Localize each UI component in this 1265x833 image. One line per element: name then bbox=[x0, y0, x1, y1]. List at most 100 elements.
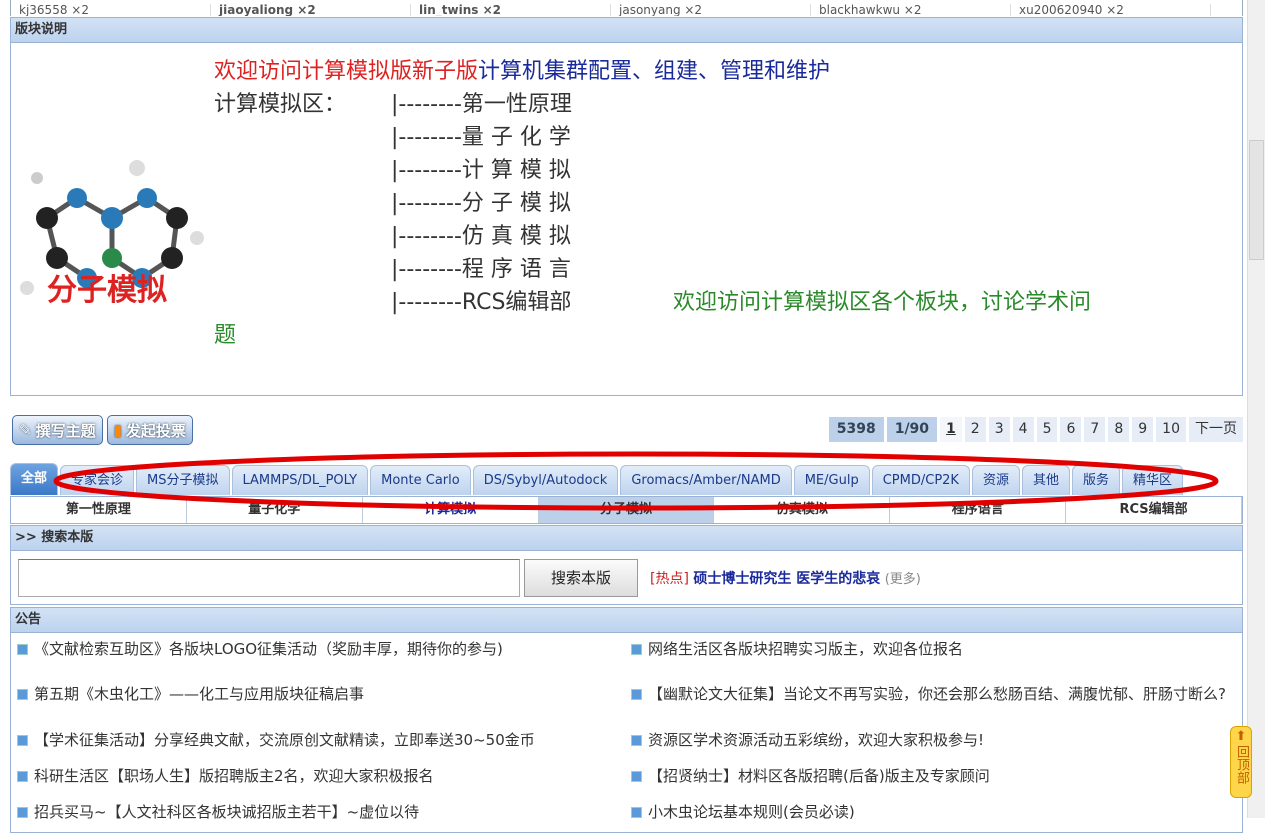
pencil-icon: ✎ bbox=[19, 421, 32, 439]
area-item: |--------量 子 化 学 bbox=[391, 125, 571, 150]
announcement-item[interactable]: 第五期《木虫化工》——化工与应用版块征稿启事 bbox=[17, 669, 631, 721]
announcement-item[interactable]: 《文献检索互助区》各版块LOGO征集活动（奖励丰厚，期待你的参与) bbox=[17, 633, 631, 665]
welcome-tail: 题 bbox=[214, 323, 237, 348]
back-to-top-label: 回顶部 bbox=[1234, 745, 1249, 784]
new-poll-label: 发起投票 bbox=[125, 421, 186, 440]
description-text: 欢迎访问计算模拟版新子版计算机集群配置、组建、管理和维护 计算模拟区： |----… bbox=[214, 55, 1234, 352]
announcement-text: 第五期《木虫化工》——化工与应用版块征稿启事 bbox=[34, 685, 365, 704]
page-indicator: 1/90 bbox=[886, 417, 938, 442]
section-header: 版块说明 bbox=[10, 17, 1243, 43]
category-tabs: 全部 专家会诊 MS分子模拟 LAMMPS/DL_POLY Monte Carlo DS/… bbox=[10, 463, 1184, 495]
poll-icon: ▮ bbox=[113, 421, 122, 439]
hot-link[interactable]: 硕士博士研究生 医学生的悲哀 bbox=[693, 571, 880, 587]
announcement-item[interactable]: 【幽默论文大征集】当论文不再写实验，你还会那么愁肠百结、满腹忧郁、肝肠寸断么? bbox=[631, 669, 1231, 721]
bullet-icon bbox=[631, 689, 642, 701]
tab-item[interactable]: Gromacs/Amber/NAMD bbox=[620, 465, 792, 495]
tab-item[interactable]: MS分子模拟 bbox=[136, 465, 230, 495]
more-link[interactable]: (更多) bbox=[885, 572, 921, 587]
bullet-icon bbox=[17, 643, 28, 655]
page-link[interactable]: 9 bbox=[1132, 417, 1154, 442]
user-link[interactable]: kj36558 ×2 bbox=[11, 4, 211, 16]
bullet-icon bbox=[17, 689, 28, 701]
subboard-link[interactable]: RCS编辑部 bbox=[1066, 497, 1243, 523]
tab-item[interactable]: CPMD/CP2K bbox=[871, 465, 970, 495]
user-link[interactable]: jiaoyaliong ×2 bbox=[211, 4, 411, 16]
page: kj36558 ×2 jiaoyaliong ×2 lin_twins ×2 j… bbox=[10, 0, 1243, 396]
bullet-icon bbox=[631, 770, 642, 782]
page-link[interactable]: 3 bbox=[988, 417, 1010, 442]
announcements-section: 公告 《文献检索互助区》各版块LOGO征集活动（奖励丰厚，期待你的参与) 网络生活… bbox=[10, 607, 1243, 833]
tab-item[interactable]: 版务 bbox=[1072, 465, 1121, 495]
announcement-text: 资源区学术资源活动五彩缤纷，欢迎大家积极参与! bbox=[648, 731, 985, 750]
new-topic-button[interactable]: ✎ 撰写主题 bbox=[12, 415, 103, 445]
tab-item[interactable]: DS/Sybyl/Autodock bbox=[472, 465, 619, 495]
bullet-icon bbox=[17, 770, 28, 782]
page-current[interactable]: 1 bbox=[940, 417, 962, 442]
search-button[interactable]: 搜索本版 bbox=[524, 558, 638, 597]
announcement-text: 招兵买马~【人文社科区各板块诚招版主若干】~虚位以待 bbox=[34, 802, 420, 821]
subboard-link[interactable]: 程序语言 bbox=[890, 497, 1067, 523]
announcement-text: 【幽默论文大征集】当论文不再写实验，你还会那么愁肠百结、满腹忧郁、肝肠寸断么? bbox=[648, 685, 1226, 704]
announcement-text: 科研生活区【职场人生】版招聘版主2名，欢迎大家积极报名 bbox=[34, 766, 434, 785]
page-link[interactable]: 8 bbox=[1108, 417, 1130, 442]
tab-item[interactable]: 其他 bbox=[1021, 465, 1070, 495]
announcement-item[interactable]: 网络生活区各版块招聘实习版主，欢迎各位报名 bbox=[631, 633, 1231, 665]
announcement-text: 小木虫论坛基本规则(会员必读) bbox=[648, 802, 855, 821]
pagination: 5398 1/90 1 2 3 4 5 6 7 8 9 10 下一页 bbox=[828, 417, 1243, 442]
user-link[interactable]: blackhawkwu ×2 bbox=[811, 4, 1011, 16]
back-to-top-button[interactable]: ⬆ 回顶部 bbox=[1230, 726, 1252, 798]
announcement-item[interactable]: 【招贤纳士】材料区各版招聘(后备)版主及专家顾问 bbox=[631, 760, 1231, 792]
area-item: |--------分 子 模 拟 bbox=[391, 191, 571, 216]
bullet-icon bbox=[631, 643, 642, 655]
welcome-navy: 计算机集群配置、组建、管理和维护 bbox=[478, 59, 831, 84]
user-link[interactable]: jasonyang ×2 bbox=[611, 4, 811, 16]
tab-item[interactable]: 资源 bbox=[971, 465, 1020, 495]
hot-tag: [热点] bbox=[650, 570, 689, 587]
molecule-logo: 分子模拟 bbox=[20, 160, 204, 303]
welcome-red: 欢迎访问计算模拟版新子版 bbox=[214, 59, 479, 84]
page-link[interactable]: 2 bbox=[964, 417, 986, 442]
user-link[interactable]: lin_twins ×2 bbox=[411, 4, 611, 16]
bullet-icon bbox=[631, 735, 642, 747]
scrollbar-thumb[interactable] bbox=[1249, 140, 1264, 260]
subboard-link[interactable]: 量子化学 bbox=[187, 497, 363, 523]
user-link[interactable]: xu200620940 ×2 bbox=[1011, 4, 1211, 16]
new-poll-button[interactable]: ▮ 发起投票 bbox=[106, 415, 193, 445]
logo-text: 分子模拟 bbox=[47, 273, 167, 303]
announcement-text: 【学术征集活动】分享经典文献，交流原创文献精读，立即奉送30~50金币 bbox=[34, 731, 535, 750]
tab-item[interactable]: Monte Carlo bbox=[370, 465, 471, 495]
subboard-link[interactable]: 仿真模拟 bbox=[714, 497, 891, 523]
subboard-link[interactable]: 第一性原理 bbox=[11, 497, 187, 523]
tab-item[interactable]: ME/Gulp bbox=[793, 465, 870, 495]
area-item: |--------仿 真 模 拟 bbox=[391, 224, 571, 249]
tab-item[interactable]: 精华区 bbox=[1122, 465, 1184, 495]
next-page[interactable]: 下一页 bbox=[1189, 417, 1243, 442]
vertical-scrollbar[interactable] bbox=[1247, 0, 1265, 818]
announcement-item[interactable]: 小木虫论坛基本规则(会员必读) bbox=[631, 796, 1231, 828]
subboard-nav: 第一性原理 量子化学 计算模拟 分子模拟 仿真模拟 程序语言 RCS编辑部 bbox=[10, 496, 1243, 524]
welcome-green: 欢迎访问计算模拟区各个板块，讨论学术问 bbox=[673, 290, 1092, 315]
announcement-item[interactable]: 资源区学术资源活动五彩缤纷，欢迎大家积极参与! bbox=[631, 725, 1231, 757]
search-section: >> 搜索本版 搜索本版 [热点] 硕士博士研究生 医学生的悲哀 (更多) bbox=[10, 525, 1243, 605]
page-link[interactable]: 10 bbox=[1156, 417, 1186, 442]
page-link[interactable]: 4 bbox=[1012, 417, 1034, 442]
bullet-icon bbox=[17, 735, 28, 747]
search-input[interactable] bbox=[18, 558, 520, 597]
announcements-header: 公告 bbox=[10, 607, 1243, 633]
announcement-text: 《文献检索互助区》各版块LOGO征集活动（奖励丰厚，期待你的参与) bbox=[34, 639, 503, 658]
new-topic-label: 撰写主题 bbox=[35, 421, 96, 440]
page-link[interactable]: 7 bbox=[1084, 417, 1106, 442]
announcement-item[interactable]: 【学术征集活动】分享经典文献，交流原创文献精读，立即奉送30~50金币 bbox=[17, 725, 631, 757]
action-buttons: ✎ 撰写主题 ▮ 发起投票 bbox=[12, 415, 193, 445]
announcement-item[interactable]: 招兵买马~【人文社科区各板块诚招版主若干】~虚位以待 bbox=[17, 796, 631, 828]
subboard-link[interactable]: 计算模拟 bbox=[363, 497, 539, 523]
announcement-item[interactable]: 科研生活区【职场人生】版招聘版主2名，欢迎大家积极报名 bbox=[17, 760, 631, 792]
page-link[interactable]: 5 bbox=[1036, 417, 1058, 442]
subboard-link[interactable]: 分子模拟 bbox=[538, 497, 715, 523]
page-link[interactable]: 6 bbox=[1060, 417, 1082, 442]
tab-item[interactable]: 全部 bbox=[10, 463, 59, 495]
search-header: >> 搜索本版 bbox=[10, 525, 1243, 551]
tab-item[interactable]: LAMMPS/DL_POLY bbox=[231, 465, 369, 495]
announcement-text: 网络生活区各版块招聘实习版主，欢迎各位报名 bbox=[648, 639, 964, 658]
tab-item[interactable]: 专家会诊 bbox=[60, 465, 135, 495]
